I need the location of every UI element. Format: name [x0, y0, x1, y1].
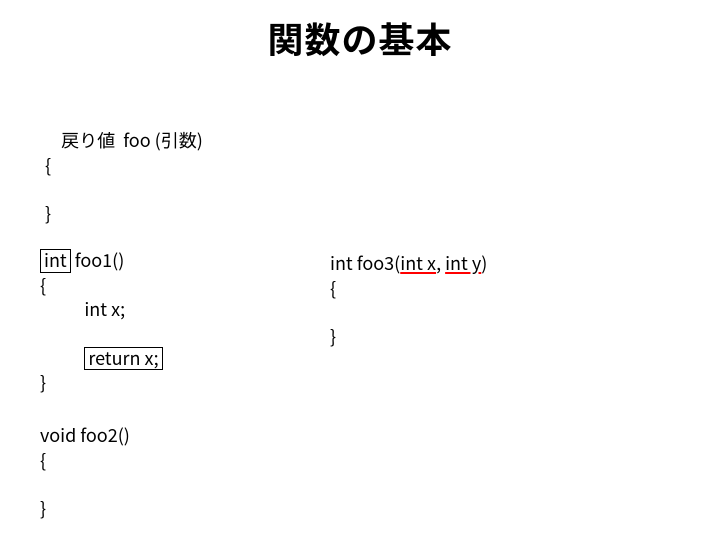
foo3-brace-open: {	[330, 275, 336, 301]
foo3-args-sep: ,	[436, 250, 445, 276]
foo1-return-stmt-boxed: return x;	[84, 347, 162, 371]
foo2-block: void foo2() { }	[40, 399, 130, 545]
template-return-label: 戻り値	[61, 127, 115, 153]
foo3-arg1-highlighted: int x	[400, 250, 436, 276]
slide-content: 戻り値 foo (引数) { } int foo1() { int x; ret…	[0, 64, 720, 534]
foo2-brace-close: }	[40, 495, 46, 521]
slide-title: 関数の基本	[0, 12, 720, 64]
foo1-decl: int x;	[84, 296, 125, 322]
foo2-sig: void foo2()	[40, 422, 130, 448]
foo1-decl-indent	[40, 296, 84, 322]
foo1-return-indent	[40, 345, 84, 371]
template-brace-open: {	[45, 152, 51, 178]
foo1-brace-close: }	[40, 369, 46, 395]
foo3-arg2-highlighted: int y	[445, 250, 481, 276]
foo1-sig-rest: foo1()	[71, 247, 125, 273]
template-brace-close: }	[45, 200, 51, 226]
foo1-return-type-boxed: int	[40, 249, 71, 273]
foo1-block: int foo1() { int x; return x; }	[40, 224, 163, 419]
foo3-args-close: )	[481, 250, 487, 276]
foo3-brace-close: }	[330, 323, 336, 349]
foo3-sig-pre: int foo3	[330, 250, 394, 276]
template-sig-rest: foo (引数)	[115, 127, 203, 153]
foo3-block: int foo3(int x, int y) { }	[330, 227, 487, 373]
foo1-brace-open: {	[40, 272, 46, 298]
foo2-brace-open: {	[40, 447, 46, 473]
